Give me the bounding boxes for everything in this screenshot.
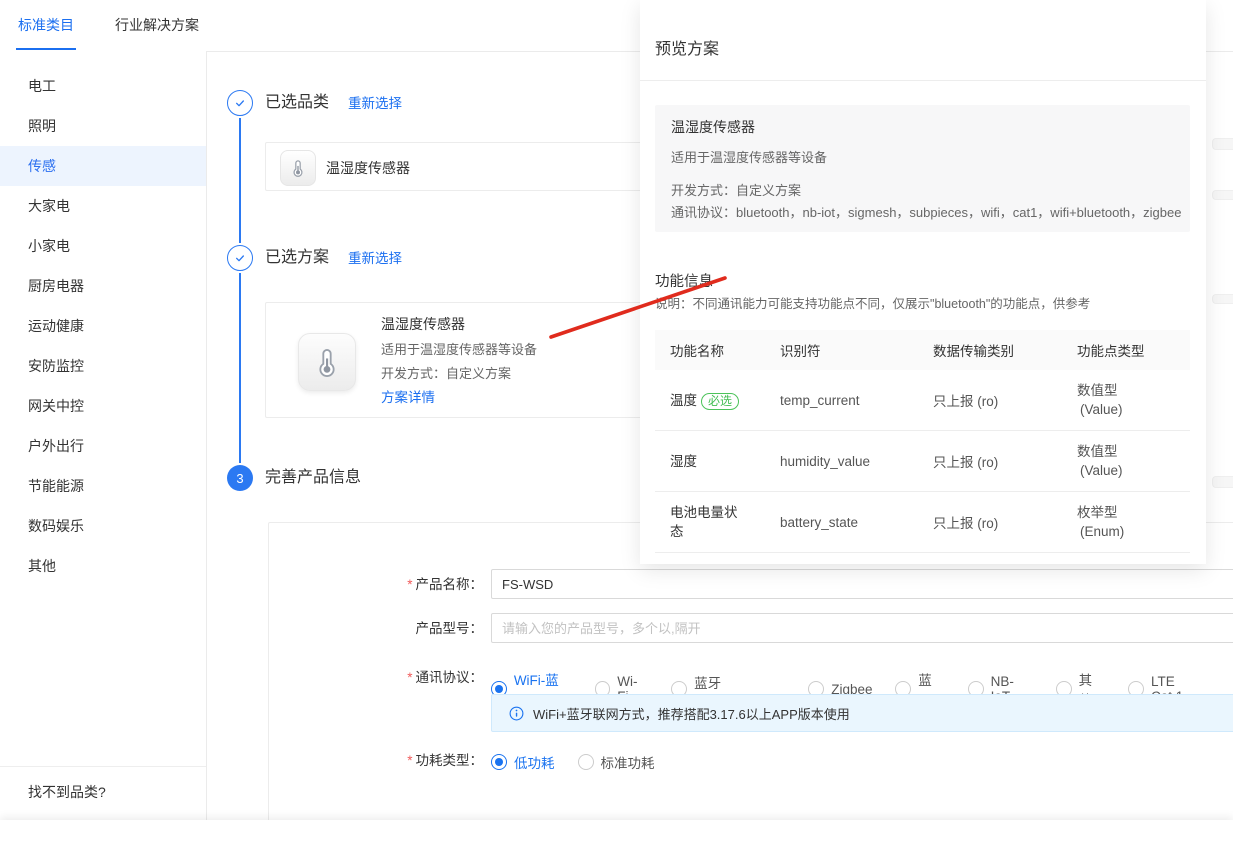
step1-check-icon	[227, 90, 253, 116]
bottom-action-bar: 创建产品	[0, 820, 1233, 865]
thermometer-icon	[298, 333, 356, 391]
sidebar-item-small-appliance[interactable]: 小家电	[0, 226, 206, 266]
solution-dev-mode: 开发方式：自定义方案	[381, 365, 511, 382]
function-type-en: (Value)	[1077, 463, 1123, 478]
protocol-hint: WiFi+蓝牙联网方式，推荐搭配3.17.6以上APP版本使用	[491, 694, 1233, 732]
function-type: 数值型	[1077, 383, 1118, 398]
product-model-label: 产品型号：	[353, 621, 483, 637]
step-connector-1	[239, 118, 241, 243]
selected-category-card[interactable]: 温湿度传感器	[265, 142, 685, 191]
col-datapoint-type: 功能点类型	[1077, 340, 1190, 360]
sidebar-item-energy[interactable]: 节能能源	[0, 466, 206, 506]
summary-dev-mode: 开发方式：自定义方案	[671, 183, 801, 199]
function-name: 温度	[670, 393, 697, 408]
required-mark: *	[407, 577, 412, 592]
solution-desc: 适用于温湿度传感器等设备	[381, 341, 537, 358]
tab-standard-category[interactable]: 标准类目	[18, 0, 74, 50]
occluded-widget-edge	[1212, 190, 1233, 200]
divider	[640, 80, 1206, 81]
col-identifier: 识别符	[780, 340, 933, 360]
sidebar-item-electrical[interactable]: 电工	[0, 66, 206, 106]
selected-category-name: 温湿度传感器	[326, 159, 410, 177]
solution-detail-link[interactable]: 方案详情	[381, 389, 435, 406]
protocol-hint-text: WiFi+蓝牙联网方式，推荐搭配3.17.6以上APP版本使用	[533, 704, 850, 723]
sidebar-item-sensor[interactable]: 传感	[0, 146, 206, 186]
occluded-widget-edge	[1212, 138, 1233, 150]
function-name: 湿度	[670, 454, 697, 469]
function-identifier: temp_current	[780, 393, 933, 408]
sidebar-item-large-appliance[interactable]: 大家电	[0, 186, 206, 226]
tab-standard-category-label: 标准类目	[18, 17, 74, 33]
radio-icon	[578, 754, 594, 770]
category-list: 电工 照明 传感 大家电 小家电 厨房电器 运动健康 安防监控 网关中控 户外出…	[0, 66, 206, 586]
required-mark: *	[407, 670, 412, 685]
power-type-label: *功耗类型：	[353, 753, 483, 769]
sidebar-item-security-monitor[interactable]: 安防监控	[0, 346, 206, 386]
step1-reselect-link[interactable]: 重新选择	[348, 95, 402, 113]
step2-title: 已选方案	[265, 248, 329, 268]
step3-title: 完善产品信息	[265, 468, 361, 488]
tab-industry-solution-label: 行业解决方案	[115, 17, 199, 33]
selected-solution-card[interactable]: 温湿度传感器 适用于温湿度传感器等设备 开发方式：自定义方案 方案详情	[265, 302, 685, 418]
active-tab-underline	[16, 48, 76, 50]
occluded-widget-edge	[1212, 476, 1233, 488]
tab-industry-solution[interactable]: 行业解决方案	[115, 0, 199, 50]
step2-reselect-link[interactable]: 重新选择	[348, 250, 402, 268]
preview-title: 预览方案	[655, 40, 719, 60]
sidebar-item-sport-health[interactable]: 运动健康	[0, 306, 206, 346]
function-type-en: (Value)	[1077, 402, 1123, 417]
info-icon	[509, 706, 524, 721]
cannot-find-category-link[interactable]: 找不到品类?	[0, 766, 206, 818]
table-row: 湿度 humidity_value 只上报 (ro) 数值型 (Value)	[655, 431, 1190, 492]
summary-protocols: 通讯协议：bluetooth，nb-iot，sigmesh，subpieces，…	[671, 205, 1181, 221]
product-model-input[interactable]	[491, 613, 1233, 643]
function-transfer: 只上报 (ro)	[933, 451, 1077, 471]
create-product-page: 标准类目 行业解决方案 电工 照明 传感 大家电 小家电 厨房电器 运动健康 安…	[0, 0, 1233, 865]
function-identifier: battery_state	[780, 515, 933, 530]
col-function-name: 功能名称	[670, 340, 780, 360]
step-connector-2	[239, 273, 241, 463]
step1-title: 已选品类	[265, 93, 329, 113]
category-sidebar: 电工 照明 传感 大家电 小家电 厨房电器 运动健康 安防监控 网关中控 户外出…	[0, 51, 207, 820]
table-row: 电池电量状态 battery_state 只上报 (ro) 枚举型 (Enum)	[655, 492, 1190, 553]
functions-note: 说明：不同通讯能力可能支持功能点不同，仅展示"bluetooth"的功能点，供参…	[655, 296, 1090, 312]
product-name-input[interactable]	[491, 569, 1233, 599]
preview-panel: 预览方案 温湿度传感器 适用于温湿度传感器等设备 开发方式：自定义方案 通讯协议…	[640, 0, 1206, 564]
radio-standard-power[interactable]: 标准功耗	[578, 752, 655, 772]
solution-summary-box: 温湿度传感器 适用于温湿度传感器等设备 开发方式：自定义方案 通讯协议：blue…	[655, 105, 1190, 232]
function-type: 数值型	[1077, 444, 1118, 459]
functions-table-header: 功能名称 识别符 数据传输类别 功能点类型	[655, 330, 1190, 370]
functions-table: 功能名称 识别符 数据传输类别 功能点类型 温度必选 temp_current …	[655, 330, 1190, 553]
sidebar-item-outdoor[interactable]: 户外出行	[0, 426, 206, 466]
table-row: 温度必选 temp_current 只上报 (ro) 数值型 (Value)	[655, 370, 1190, 431]
thermometer-icon	[280, 150, 316, 186]
product-name-label: *产品名称：	[353, 577, 483, 593]
radio-low-power[interactable]: 低功耗	[491, 752, 555, 772]
radio-selected-icon	[491, 754, 507, 770]
sidebar-item-gateway[interactable]: 网关中控	[0, 386, 206, 426]
function-transfer: 只上报 (ro)	[933, 512, 1077, 532]
occluded-widget-edge	[1212, 294, 1233, 304]
sidebar-item-lighting[interactable]: 照明	[0, 106, 206, 146]
function-transfer: 只上报 (ro)	[933, 390, 1077, 410]
summary-desc: 适用于温湿度传感器等设备	[671, 150, 827, 166]
functions-title: 功能信息	[655, 273, 713, 291]
sidebar-item-other[interactable]: 其他	[0, 546, 206, 586]
protocol-label: *通讯协议：	[353, 670, 483, 686]
required-badge: 必选	[701, 393, 739, 410]
col-transfer-type: 数据传输类别	[933, 340, 1077, 360]
function-identifier: humidity_value	[780, 454, 933, 469]
function-type-en: (Enum)	[1077, 524, 1124, 539]
sidebar-item-digital-entertainment[interactable]: 数码娱乐	[0, 506, 206, 546]
step3-number-icon: 3	[227, 465, 253, 491]
step2-check-icon	[227, 245, 253, 271]
required-mark: *	[407, 753, 412, 768]
power-type-radio-group: 低功耗 标准功耗	[491, 752, 678, 772]
function-type: 枚举型	[1077, 505, 1118, 520]
function-name: 电池电量状态	[670, 505, 738, 539]
solution-name: 温湿度传感器	[381, 315, 465, 333]
summary-name: 温湿度传感器	[671, 119, 755, 136]
sidebar-item-kitchen-appliance[interactable]: 厨房电器	[0, 266, 206, 306]
